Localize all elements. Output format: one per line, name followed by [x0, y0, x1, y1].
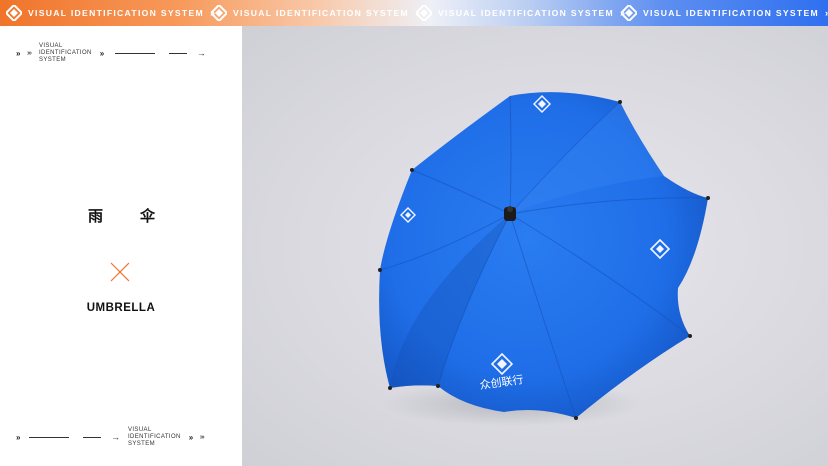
double-chevron-icon: » — [16, 48, 20, 58]
triple-chevron-icon: ››› — [199, 433, 205, 441]
title-en: UMBRELLA — [86, 302, 156, 314]
brand-logo-icon — [6, 5, 22, 21]
brand-logo-icon — [621, 5, 637, 21]
vis-label-line: IDENTIFICATION — [38, 49, 92, 56]
banner-segment: VISUAL IDENTIFICATION SYSTEM » — [416, 0, 625, 26]
banner-text: VISUAL IDENTIFICATION SYSTEM — [438, 8, 614, 18]
banner-segment: VISUAL IDENTIFICATION SYSTEM » — [621, 0, 828, 26]
vis-label-line: SYSTEM — [38, 56, 67, 63]
banner-text: VISUAL IDENTIFICATION SYSTEM — [233, 8, 409, 18]
triple-chevron-icon: ››› — [26, 49, 32, 57]
brand-logo-icon — [211, 5, 227, 21]
product-photo: 众创联行 — [242, 26, 828, 466]
vis-label-line: IDENTIFICATION — [127, 433, 181, 440]
divider-line — [168, 52, 187, 54]
title-cn-char: 伞 — [140, 208, 156, 225]
divider-line — [114, 52, 155, 54]
vis-label: VISUAL IDENTIFICATION SYSTEM — [39, 43, 92, 64]
vis-label-line: VISUAL — [38, 42, 63, 49]
vis-label: VISUAL IDENTIFICATION SYSTEM — [128, 427, 181, 448]
banner-text: VISUAL IDENTIFICATION SYSTEM — [28, 8, 204, 18]
vis-label-line: SYSTEM — [127, 440, 156, 447]
divider-line — [82, 436, 101, 438]
top-nav: » ››› VISUAL IDENTIFICATION SYSTEM » → — [16, 42, 206, 64]
brand-logo-icon — [416, 5, 432, 21]
divider-line — [28, 436, 69, 438]
banner-segment: VISUAL IDENTIFICATION SYSTEM » — [6, 0, 215, 26]
banner-segment: VISUAL IDENTIFICATION SYSTEM » — [211, 0, 420, 26]
arrow-right-icon: → — [196, 48, 206, 58]
bottom-nav: » → VISUAL IDENTIFICATION SYSTEM » ››› — [16, 426, 205, 448]
arrow-right-icon: → — [110, 432, 120, 442]
double-chevron-icon: » — [16, 432, 20, 442]
cross-icon — [110, 262, 130, 282]
vis-label-line: VISUAL — [127, 426, 152, 433]
double-chevron-icon: » — [99, 48, 104, 58]
top-banner: VISUAL IDENTIFICATION SYSTEM » VISUAL ID… — [0, 0, 828, 26]
double-chevron-icon: » — [188, 432, 193, 442]
title-cn-char: 雨 — [88, 208, 104, 225]
umbrella-illustration: 众创联行 — [378, 92, 710, 426]
banner-text: VISUAL IDENTIFICATION SYSTEM — [643, 8, 819, 18]
umbrella-top-knob — [504, 206, 516, 221]
left-panel: » ››› VISUAL IDENTIFICATION SYSTEM » → 雨… — [0, 26, 242, 466]
